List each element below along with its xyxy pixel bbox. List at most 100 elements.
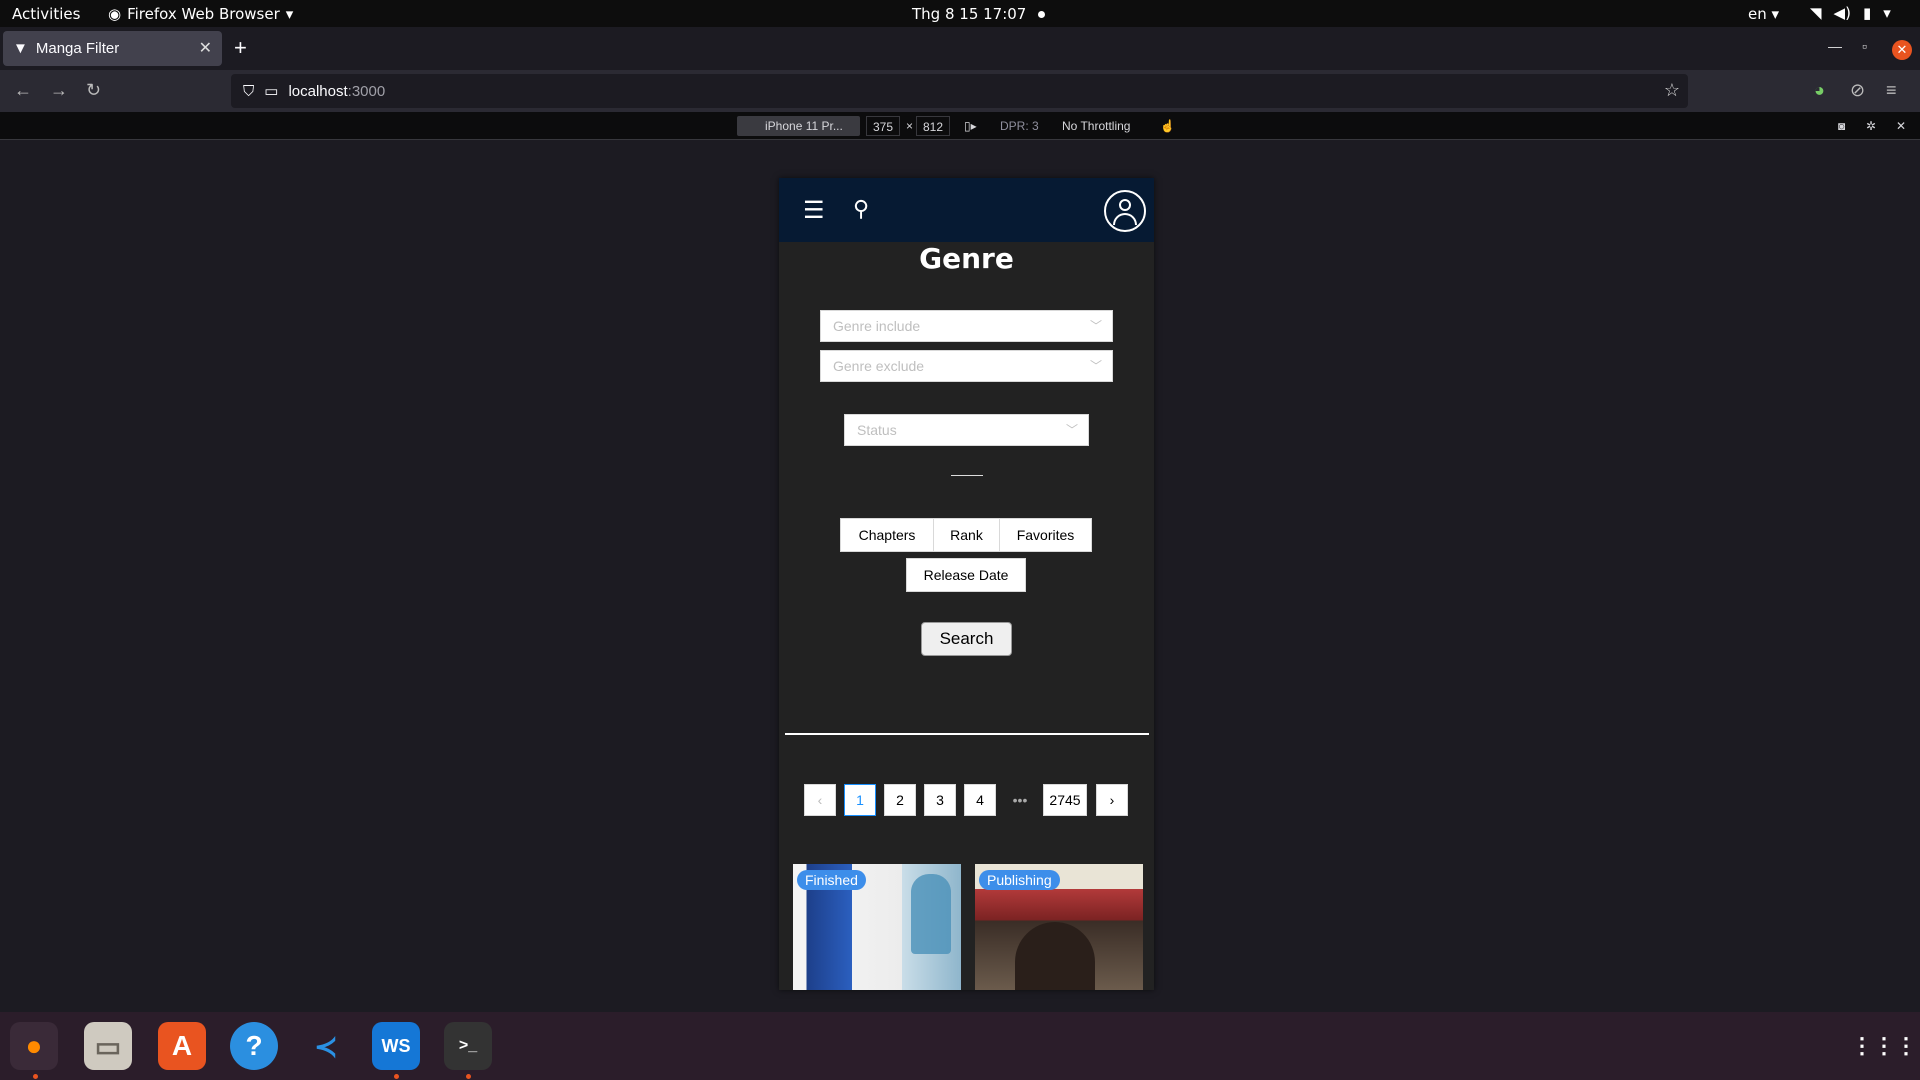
sort-favorites-button[interactable]: Favorites <box>999 518 1092 552</box>
genre-exclude-select[interactable]: Genre exclude ﹀ <box>820 350 1113 382</box>
webstorm-icon[interactable]: WS <box>372 1022 420 1070</box>
close-tab-icon[interactable]: ✕ <box>199 38 212 58</box>
touch-simulation-icon[interactable]: ☝ <box>1160 116 1175 136</box>
times-sign: × <box>906 119 914 133</box>
genre-exclude-placeholder: Genre exclude <box>833 358 925 374</box>
running-indicator <box>466 1074 471 1079</box>
extension-icon[interactable]: ◕ <box>1814 80 1825 101</box>
dock: ● ▭ A ? ≺ WS >_ ⋮⋮⋮ <box>0 1012 1920 1080</box>
page-icon: ▭ <box>264 83 279 100</box>
url-bar[interactable]: ⛉ ▭ localhost:3000 ☆ <box>231 74 1688 108</box>
search-icon[interactable]: ⚲ <box>853 196 869 222</box>
chevron-down-icon: ﹀ <box>1089 359 1102 373</box>
running-indicator <box>33 1074 38 1079</box>
pagination-ellipsis[interactable]: ••• <box>1004 784 1036 816</box>
chevron-down-icon: ﹀ <box>1089 319 1102 333</box>
wifi-icon: ◥ <box>1810 4 1822 22</box>
pagination-page-2[interactable]: 2 <box>884 784 916 816</box>
throttling-selector[interactable]: No Throttling <box>1062 116 1130 136</box>
pagination-page-4[interactable]: 4 <box>964 784 996 816</box>
back-button[interactable]: ← <box>14 80 32 101</box>
manga-card[interactable]: Publishing <box>975 864 1143 990</box>
language-label: en <box>1748 5 1767 23</box>
hamburger-menu-icon[interactable]: ≡ <box>1886 80 1897 101</box>
manga-card[interactable]: Finished <box>793 864 961 990</box>
browser-tab[interactable]: ▼ Manga Filter ✕ <box>3 31 222 66</box>
vscode-icon[interactable]: ≺ <box>302 1022 350 1070</box>
responsive-design-toolbar: iPhone 11 Pr... 375 × 812 ▯▸ DPR: 3 No T… <box>0 112 1920 140</box>
url-text: localhost:3000 <box>288 83 385 100</box>
dpr-selector[interactable]: DPR: 3 <box>1000 116 1039 136</box>
files-icon[interactable]: ▭ <box>84 1022 132 1070</box>
divider <box>951 475 983 476</box>
forward-button[interactable]: → <box>50 80 68 101</box>
pagination-page-3[interactable]: 3 <box>924 784 956 816</box>
system-top-bar: Activities ◉ Firefox Web Browser ▾ Thg 8… <box>0 0 1920 27</box>
settings-icon[interactable]: ✲ <box>1866 116 1876 136</box>
width-input[interactable]: 375 <box>866 116 901 136</box>
shield-icon: ⛉ <box>243 82 255 100</box>
cover-image <box>911 874 951 954</box>
genre-include-select[interactable]: Genre include ﹀ <box>820 310 1113 342</box>
app-name: Firefox Web Browser <box>127 5 280 23</box>
pagination-page-1[interactable]: 1 <box>844 784 876 816</box>
firefox-icon[interactable]: ● <box>10 1022 58 1070</box>
help-icon[interactable]: ? <box>230 1022 278 1070</box>
notification-dot <box>1038 10 1046 18</box>
height-input[interactable]: 812 <box>916 116 951 136</box>
battery-icon: ▮ <box>1862 4 1872 22</box>
app-store-icon[interactable]: A <box>158 1022 206 1070</box>
close-rdm-icon[interactable]: ✕ <box>1896 116 1906 136</box>
cover-image <box>1015 922 1095 990</box>
running-indicator <box>394 1074 399 1079</box>
user-icon-body <box>1113 213 1137 225</box>
chevron-down-icon: ▾ <box>285 5 294 23</box>
page-title: Genre <box>919 242 1014 275</box>
reload-button[interactable]: ↻ <box>86 80 101 101</box>
clock[interactable]: Thg 8 15 17:07 <box>912 5 1046 23</box>
language-indicator[interactable]: en ▾ <box>1748 5 1779 23</box>
clock-text: Thg 8 15 17:07 <box>912 5 1027 23</box>
firefox-icon: ◉ <box>108 5 122 23</box>
device-viewport: ☰ ⚲ Genre Genre include ﹀ Genre exclude … <box>779 178 1154 990</box>
url-host: localhost <box>288 82 348 100</box>
url-port: :3000 <box>347 82 386 100</box>
funnel-icon: ▼ <box>13 40 28 57</box>
section-divider <box>785 733 1149 735</box>
status-badge: Publishing <box>979 870 1060 890</box>
screenshot-icon[interactable]: ◙ <box>1838 116 1845 136</box>
bookmark-star-icon[interactable]: ☆ <box>1664 80 1680 101</box>
status-placeholder: Status <box>857 422 897 438</box>
device-selector[interactable]: iPhone 11 Pr... <box>737 116 860 136</box>
terminal-icon[interactable]: >_ <box>444 1022 492 1070</box>
activities-button[interactable]: Activities <box>12 5 80 23</box>
search-button[interactable]: Search <box>921 622 1012 656</box>
app-grid-icon[interactable]: ⋮⋮⋮ <box>1851 1022 1917 1070</box>
nav-bar: ← → ↻ ⛉ ▭ localhost:3000 ☆ ◕ ⊘ ≡ <box>0 70 1920 112</box>
pagination-next-button[interactable]: › <box>1096 784 1128 816</box>
sort-rank-button[interactable]: Rank <box>933 518 1000 552</box>
status-select[interactable]: Status ﹀ <box>844 414 1089 446</box>
rotate-icon[interactable]: ▯▸ <box>964 116 977 136</box>
hamburger-icon[interactable]: ☰ <box>803 196 825 225</box>
extension-compass-icon[interactable]: ⊘ <box>1850 80 1865 101</box>
window-close-button[interactable]: ✕ <box>1892 40 1912 60</box>
app-header: ☰ ⚲ <box>779 178 1154 242</box>
status-badge: Finished <box>797 870 866 890</box>
system-tray[interactable]: ◥ ◀) ▮ ▾ <box>1810 4 1891 22</box>
new-tab-button[interactable]: + <box>234 35 247 61</box>
user-icon-head <box>1119 199 1131 211</box>
user-icon[interactable] <box>1104 190 1146 232</box>
chevron-down-icon: ﹀ <box>1065 423 1078 437</box>
tab-title: Manga Filter <box>35 40 120 57</box>
sort-release-date-button[interactable]: Release Date <box>906 558 1026 592</box>
pagination-prev-button[interactable]: ‹ <box>804 784 836 816</box>
minimize-icon[interactable]: — <box>1828 38 1842 54</box>
genre-include-placeholder: Genre include <box>833 318 921 334</box>
chevron-down-icon: ▾ <box>1883 4 1891 22</box>
restore-icon[interactable]: ▫ <box>1862 38 1867 54</box>
volume-icon: ◀) <box>1833 4 1851 22</box>
pagination-last-page[interactable]: 2745 <box>1043 784 1087 816</box>
app-menu[interactable]: ◉ Firefox Web Browser ▾ <box>108 5 293 23</box>
sort-chapters-button[interactable]: Chapters <box>840 518 934 552</box>
